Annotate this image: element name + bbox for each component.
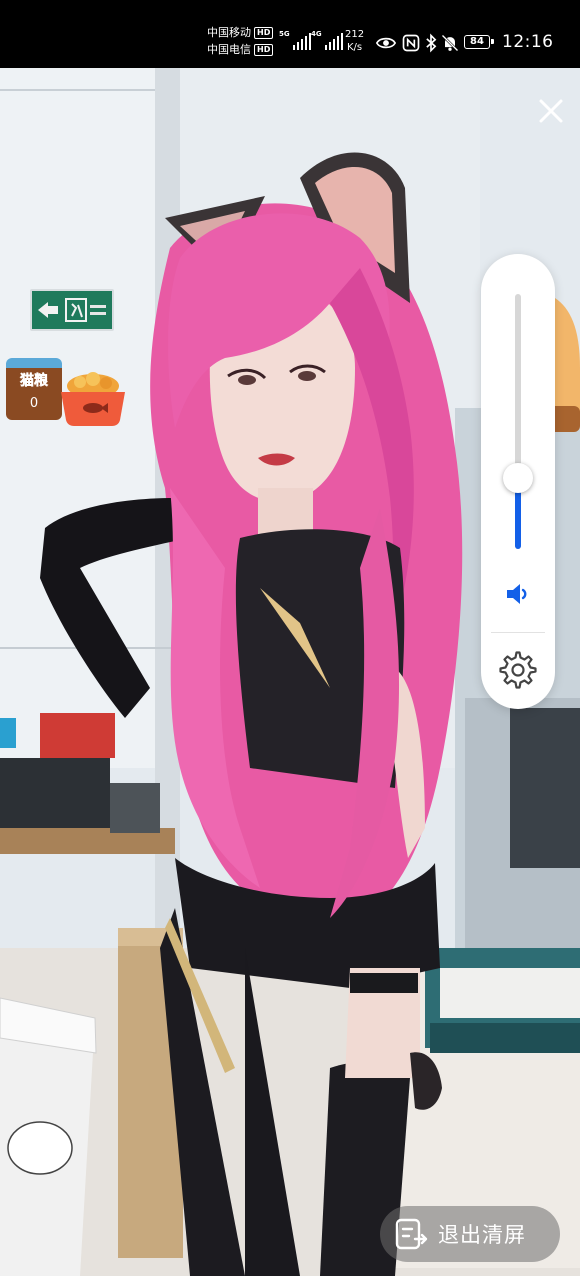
speaker-icon[interactable]: [505, 582, 531, 606]
carrier-info: 中国移动 HD 中国电信 HD: [207, 24, 274, 58]
exit-sign: [30, 289, 114, 331]
mute-bell-icon: [441, 34, 459, 52]
hd-badge: HD: [254, 26, 274, 39]
nfc-icon: [402, 34, 420, 52]
bluetooth-icon: [426, 33, 437, 53]
network-speed-value: 212: [345, 29, 365, 40]
cat-food-count: 0: [29, 396, 39, 411]
hd-badge: HD: [254, 43, 274, 56]
cat-food-counter: 猫粮 0: [6, 358, 62, 420]
exit-clear-screen-label: 退出清屏: [438, 1223, 526, 1247]
exit-clear-icon: [395, 1218, 428, 1250]
carrier-2-name: 中国电信: [207, 43, 251, 56]
gear-icon[interactable]: [499, 651, 537, 689]
volume-panel-divider: [491, 632, 545, 633]
screen: 中国移动 HD 中国电信 HD 5G 4G 212 K/s 84 12:16 猫…: [0, 0, 580, 1276]
volume-slider-track[interactable]: [515, 294, 521, 549]
eye-comfort-icon: [376, 37, 396, 49]
status-bar: 中国移动 HD 中国电信 HD 5G 4G 212 K/s 84 12:16: [0, 0, 580, 68]
network-speed-unit: K/s: [346, 42, 363, 53]
battery-indicator: 84: [464, 35, 494, 49]
signal-4g-icon: 4G: [311, 30, 343, 50]
volume-panel: [481, 254, 555, 709]
signal-gen-label: 5G: [279, 30, 290, 38]
volume-slider-thumb[interactable]: [503, 463, 533, 493]
signal-5g-icon: 5G: [279, 30, 311, 50]
cat-food-bowl-icon: [61, 372, 125, 426]
status-time: 12:16: [502, 32, 554, 52]
exit-clear-screen-button[interactable]: 退出清屏: [380, 1206, 560, 1262]
signal-gen-label: 4G: [311, 30, 322, 38]
cat-food-badge[interactable]: 猫粮 0: [6, 358, 126, 428]
close-icon[interactable]: [536, 96, 566, 126]
cat-food-label: 猫粮: [20, 373, 49, 390]
carrier-1-name: 中国移动: [207, 26, 251, 39]
network-speed: 212 K/s: [345, 28, 364, 54]
